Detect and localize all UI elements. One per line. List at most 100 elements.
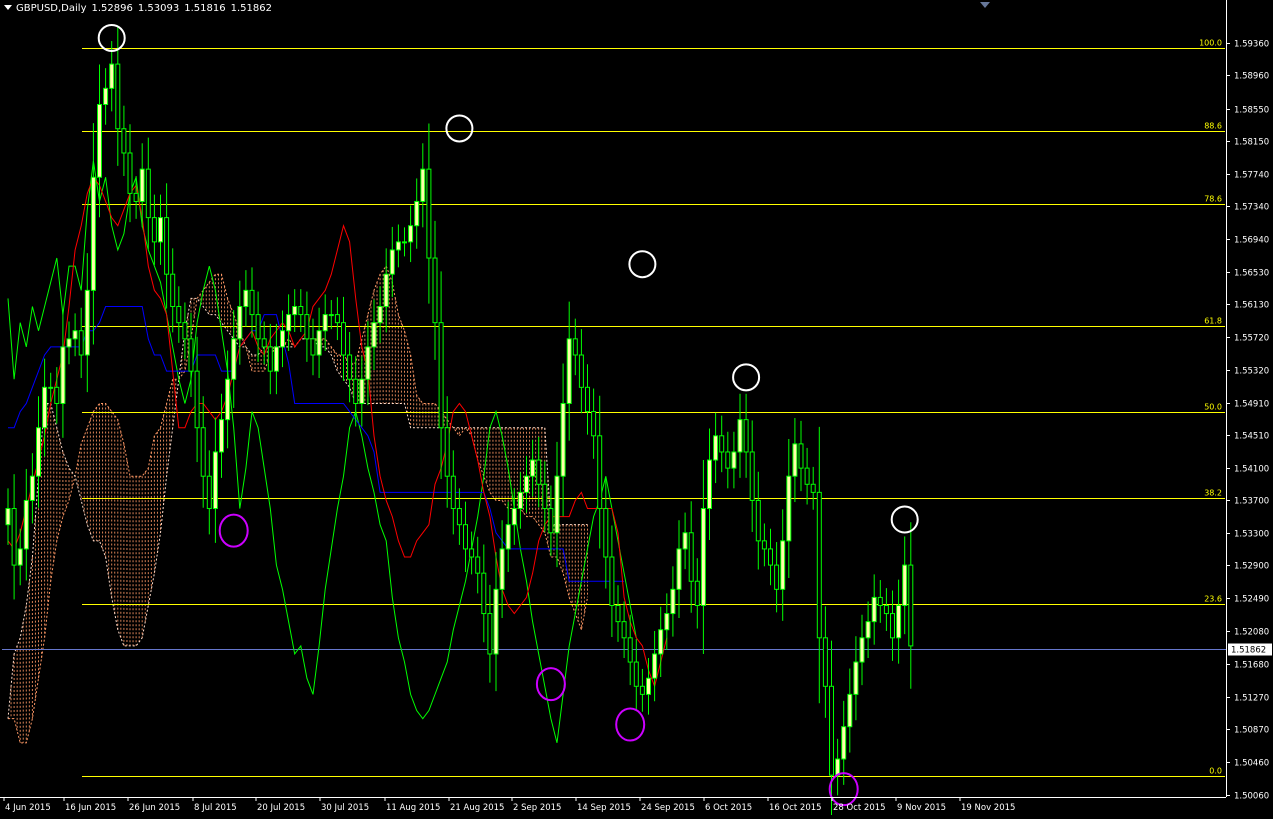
candle-body [713, 435, 719, 461]
ichimoku-lines [7, 160, 668, 743]
candle [231, 310, 237, 408]
candle [737, 393, 743, 478]
candle-body [286, 314, 292, 332]
price-chart[interactable]: 100.0 88.6 78.6 61.8 50.0 38.2 23.6 0.0 1.59360… [0, 0, 1273, 819]
candle-body [5, 508, 11, 526]
candle [530, 439, 536, 497]
candle [298, 289, 304, 332]
candle-body [865, 621, 871, 639]
candle [5, 488, 11, 545]
time-tick-label: 19 Nov 2015 [961, 803, 1015, 813]
candle [292, 289, 298, 332]
candle [859, 614, 865, 686]
candle [603, 477, 609, 589]
candle [414, 178, 420, 249]
candle-body [511, 508, 517, 526]
time-tick-label: 21 Aug 2015 [450, 803, 504, 813]
candle [524, 456, 529, 513]
candle [469, 531, 475, 575]
candle-body [316, 330, 322, 356]
candle-body [225, 378, 231, 421]
candle-body [505, 524, 511, 550]
candle-body [658, 629, 664, 655]
candle [749, 420, 755, 532]
candle-body [395, 241, 401, 251]
candle-body [36, 427, 41, 477]
candle [11, 474, 17, 600]
candle [426, 123, 432, 304]
candle-body [402, 241, 407, 244]
candle [774, 542, 780, 613]
kijun-sen [8, 306, 625, 582]
candle [554, 441, 560, 568]
time-tick-label: 20 Jul 2015 [257, 803, 305, 813]
candle [72, 313, 78, 357]
candle-body [591, 411, 597, 437]
candle [816, 426, 822, 704]
time-tick-label: 24 Sep 2015 [641, 803, 695, 813]
candle [609, 525, 615, 638]
candle-body [908, 564, 914, 647]
candle-body [78, 330, 84, 356]
price-tick-label: 1.50870 [1234, 726, 1269, 736]
time-tick-label: 16 Oct 2015 [769, 803, 822, 813]
candle [23, 468, 29, 581]
candle-body [810, 483, 816, 493]
candle [890, 590, 895, 661]
candle-body [670, 588, 676, 615]
price-tick-label: 1.55320 [1234, 367, 1269, 377]
candle-body [578, 354, 584, 388]
candle [755, 471, 761, 570]
candle [835, 738, 841, 796]
scroll-marker-icon [980, 2, 990, 8]
candle-body [139, 168, 145, 202]
time-tick-label: 26 Jun 2015 [129, 803, 180, 813]
candle [804, 447, 810, 505]
candle [90, 123, 96, 345]
candle-body [859, 637, 865, 663]
candle [359, 356, 365, 427]
candle-body [450, 475, 456, 510]
candle [255, 291, 261, 362]
candle-body [499, 548, 505, 590]
candle [597, 395, 603, 549]
price-tick-label: 1.54510 [1234, 432, 1269, 442]
candle-body [707, 459, 712, 510]
price-tick-label: 1.58960 [1234, 72, 1269, 82]
price-tick-label: 1.57340 [1234, 203, 1269, 213]
chart-canvas[interactable]: 100.0 88.6 78.6 61.8 50.0 38.2 23.6 0.0 1.59360… [0, 0, 1273, 819]
candle [743, 393, 749, 478]
candle-body [237, 306, 243, 340]
candle-body [749, 451, 755, 501]
candle-body [164, 217, 170, 275]
candle-body [261, 338, 267, 348]
candle-body [170, 273, 176, 308]
candle-body [23, 499, 29, 550]
candle-body [603, 508, 609, 558]
candle [768, 528, 773, 586]
dropdown-triangle-icon[interactable] [4, 5, 12, 10]
fibonacci-levels: 100.0 88.6 78.6 61.8 50.0 38.2 23.6 0.0 [2, 39, 1226, 777]
senkou-span-a [8, 265, 588, 744]
candle-body [158, 217, 163, 243]
candle [164, 183, 170, 309]
candle [402, 227, 407, 257]
ohlc-low: 1.51816 [184, 3, 226, 14]
candle [798, 420, 804, 492]
candle [371, 299, 377, 370]
price-tick-label: 1.56130 [1234, 301, 1269, 311]
time-axis: 4 Jun 2015 16 Jun 2015 26 Jun 2015 8 Jul 20… [0, 797, 1226, 813]
candle [121, 105, 127, 177]
price-axis: 1.59360 1.58960 1.58550 1.58150 1.57740 1.573… [980, 0, 1272, 802]
time-tick-label: 9 Nov 2015 [897, 803, 946, 813]
candle-body [786, 475, 792, 542]
candle-body [883, 604, 889, 615]
candle-body [54, 386, 60, 404]
candle-body [517, 491, 523, 510]
price-tick-label: 1.52900 [1234, 562, 1269, 572]
candle-body [353, 378, 359, 404]
candle-body [322, 314, 328, 332]
candle [36, 396, 41, 508]
candle-body [755, 499, 761, 542]
candle-body [719, 435, 725, 453]
